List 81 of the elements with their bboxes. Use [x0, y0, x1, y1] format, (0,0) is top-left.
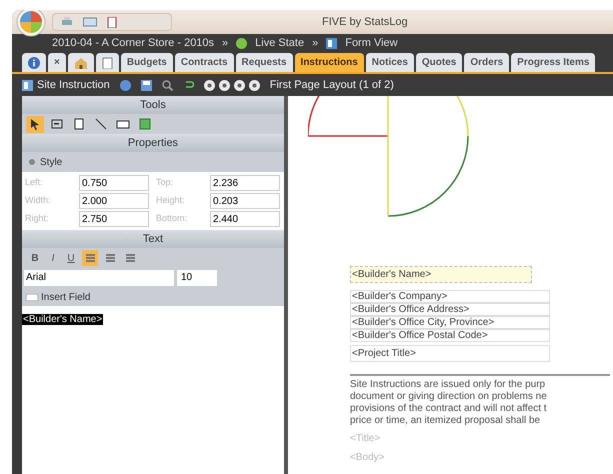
- tab[interactable]: Quotes: [416, 53, 462, 72]
- tab[interactable]: Notices: [366, 53, 414, 72]
- project-title-field[interactable]: <Project Title>: [350, 345, 550, 362]
- tab[interactable]: ×: [48, 53, 66, 72]
- form-icon: [326, 38, 338, 48]
- format-button[interactable]: U: [64, 250, 78, 266]
- property-field[interactable]: 2.440: [210, 211, 280, 227]
- search-icon[interactable]: [162, 80, 173, 90]
- address-field[interactable]: <Builder's Office Address>: [350, 303, 550, 316]
- format-button[interactable]: I: [46, 250, 60, 266]
- tools-header: Tools: [22, 96, 284, 114]
- last-page-icon[interactable]: [248, 80, 260, 90]
- property-field[interactable]: 2.750: [79, 211, 149, 227]
- form-icon: [22, 80, 33, 90]
- home-icon: [74, 56, 88, 68]
- page-label: First Page Layout (1 of 2): [270, 78, 394, 93]
- address-field[interactable]: <Builder's Office Postal Code>: [350, 329, 550, 342]
- tab[interactable]: [96, 53, 119, 72]
- tab[interactable]: Instructions: [294, 53, 364, 72]
- font-select[interactable]: Arial: [24, 270, 174, 286]
- size-field[interactable]: 10: [177, 270, 217, 286]
- state-label[interactable]: Live State: [255, 34, 304, 52]
- first-page-icon[interactable]: [204, 80, 215, 90]
- style-icon: [28, 158, 36, 166]
- align-icon: [126, 254, 134, 262]
- page-icon: [73, 118, 85, 130]
- document-label[interactable]: Site Instruction: [37, 76, 110, 94]
- property-label: Left:: [25, 176, 44, 190]
- text-editor[interactable]: <Builder's Name>: [22, 306, 284, 474]
- breadcrumb-separator: »: [312, 36, 318, 51]
- insert-field-button[interactable]: Insert Field: [22, 288, 284, 306]
- property-label: Right:: [25, 212, 50, 226]
- tab[interactable]: Requests: [236, 53, 293, 72]
- view-label[interactable]: Form View: [345, 34, 398, 52]
- selected-text: <Builder's Name>: [22, 314, 104, 325]
- address-field[interactable]: <Builder's Office City, Province>: [350, 316, 550, 329]
- pointer-icon: [29, 118, 41, 130]
- mail-icon[interactable]: [83, 17, 97, 27]
- property-label: Width:: [25, 194, 52, 208]
- paragraph-line: provisions of the contract and will not affect t: [350, 403, 548, 415]
- tool-button[interactable]: [26, 116, 44, 132]
- breadcrumb-separator: »: [222, 36, 228, 51]
- field-icon: [26, 294, 38, 300]
- address-field[interactable]: <Builder's Company>: [350, 290, 550, 303]
- paragraph-line: document or giving direction on problems ne: [350, 391, 548, 403]
- style-button[interactable]: Style: [22, 152, 284, 172]
- align-button[interactable]: [82, 250, 98, 266]
- image-icon: [139, 118, 151, 130]
- line-icon: [95, 118, 107, 130]
- property-field[interactable]: 0.750: [79, 175, 149, 191]
- tab[interactable]: Orders: [464, 53, 510, 72]
- rectangle-icon: [116, 118, 130, 130]
- next-page-icon[interactable]: [234, 80, 245, 90]
- tab[interactable]: [68, 53, 94, 72]
- window-title: FIVE by StatsLog: [322, 14, 408, 30]
- property-field[interactable]: 2.236: [210, 175, 280, 191]
- property-field[interactable]: 0.203: [210, 193, 280, 209]
- property-label: Height:: [156, 194, 186, 208]
- app-logo-icon[interactable]: [16, 10, 46, 37]
- align-icon: [86, 254, 94, 262]
- property-label: Top:: [156, 176, 174, 190]
- project-label[interactable]: 2010-04 - A Corner Store - 2010s: [52, 34, 214, 52]
- tab[interactable]: Contracts: [174, 53, 234, 72]
- info-icon: [28, 56, 40, 68]
- paragraph-line: Site Instructions are issued only for the purp: [350, 379, 546, 391]
- align-icon: [106, 254, 114, 262]
- name-field[interactable]: <Builder's Name>: [350, 266, 532, 283]
- text-field-icon: [51, 118, 63, 130]
- globe-icon[interactable]: [120, 80, 131, 90]
- tab[interactable]: Budgets: [120, 53, 173, 72]
- previous-page-icon[interactable]: [218, 80, 230, 90]
- save-icon[interactable]: [140, 80, 152, 90]
- text-header: Text: [22, 230, 284, 248]
- properties-header: Properties: [22, 134, 284, 152]
- property-field[interactable]: 2.000: [79, 193, 149, 209]
- document-icon: [102, 56, 113, 68]
- property-label: Bottom:: [156, 212, 188, 226]
- paragraph-line: price or time, an itemized proposal shall be: [350, 415, 542, 427]
- tab[interactable]: Progress Items: [511, 53, 596, 72]
- status-dot-icon: [236, 38, 248, 48]
- format-button[interactable]: B: [28, 250, 42, 266]
